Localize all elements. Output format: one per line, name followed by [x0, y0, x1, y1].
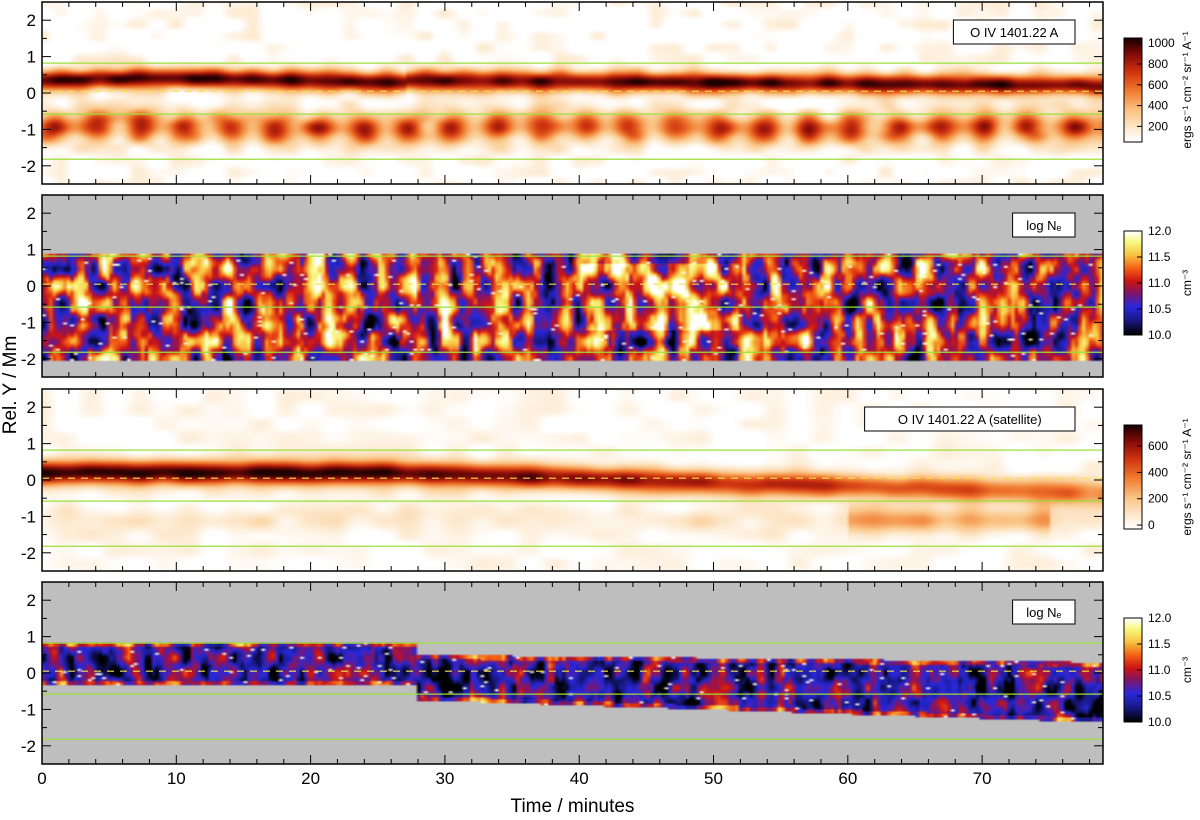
panel-intensity-2: -2 -1 0 1 2 O IV 1401.22 A (satellite) 0 200 400…: [21, 388, 1194, 572]
colorbar: 200 400 600 800 1000 ergs s⁻¹ cm⁻² sr⁻¹ A⁻¹: [1123, 31, 1194, 149]
panel-label: log Nₑ: [1026, 605, 1061, 620]
colorbar-unit-label: ergs s⁻¹ cm⁻² sr⁻¹ A⁻¹: [1180, 31, 1194, 148]
colorbar-unit-label: cm⁻³: [1180, 657, 1194, 683]
colorbar: 0 200 400 600 ergs s⁻¹ cm⁻² sr⁻¹ A⁻¹: [1123, 418, 1194, 536]
heatmap-image: [42, 582, 1103, 764]
y-tick-label: 0: [27, 84, 36, 103]
y-tick-label: 0: [27, 277, 36, 296]
colorbar-tick-label: 400: [1148, 99, 1168, 113]
y-tick-label: -2: [21, 350, 36, 369]
colorbar-tick-label: 11.0: [1148, 663, 1171, 677]
y-tick-label: 1: [27, 241, 36, 260]
y-tick-label: -1: [21, 120, 36, 139]
y-tick-label: 0: [27, 664, 36, 683]
colorbar-tick-label: 12.0: [1148, 224, 1172, 238]
colorbar-tick-label: 0: [1148, 518, 1155, 532]
y-tick-label: -1: [21, 313, 36, 332]
colorbar-tick-label: 200: [1148, 119, 1168, 133]
y-tick-label: -2: [21, 157, 36, 176]
colorbar-tick-label: 1000: [1148, 36, 1175, 50]
panel-intensity-1: -2 -1 0 1 2 O IV 1401.22 A 200 400 600 800 1000 erg…: [21, 1, 1194, 185]
panel-label: log Nₑ: [1026, 218, 1061, 233]
colorbar-tick-label: 600: [1148, 78, 1168, 92]
y-tick-label: 2: [27, 11, 36, 30]
y-tick-label: 1: [27, 435, 36, 454]
panel-label: O IV 1401.22 A (satellite): [898, 412, 1042, 427]
x-tick-label: 0: [37, 769, 46, 788]
y-tick-label: 1: [27, 48, 36, 67]
colorbar-tick-label: 600: [1148, 439, 1168, 453]
colorbar-tick-label: 10.5: [1148, 302, 1172, 316]
y-tick-label: -1: [21, 507, 36, 526]
x-tick-label: 10: [167, 769, 186, 788]
x-tick-label: 20: [301, 769, 320, 788]
x-tick-label: 40: [570, 769, 589, 788]
y-tick-label: 2: [27, 398, 36, 417]
x-tick-label: 70: [973, 769, 992, 788]
colorbar-unit-label: cm⁻³: [1180, 270, 1194, 296]
x-tick-label: 30: [435, 769, 454, 788]
colorbar-tick-label: 12.0: [1148, 611, 1172, 625]
x-axis-title: Time / minutes: [511, 796, 635, 817]
colorbar-tick-label: 11.5: [1148, 250, 1171, 264]
y-tick-label: 2: [27, 204, 36, 223]
y-tick-label: 2: [27, 591, 36, 610]
colorbar: 10.0 10.5 11.0 11.5 12.0 cm⁻³: [1123, 611, 1194, 729]
colorbar-tick-label: 11.0: [1148, 276, 1171, 290]
x-tick-label: 60: [838, 769, 857, 788]
colorbar-tick-label: 10.5: [1148, 689, 1172, 703]
colorbar-tick-label: 11.5: [1148, 637, 1171, 651]
heatmap-image: [42, 195, 1103, 377]
colorbar-tick-label: 10.0: [1148, 328, 1172, 342]
solar-iris-figure: -2-1012O IV 1401.22 A2004006008001000 erg…: [0, 1, 1194, 817]
y-tick-label: 0: [27, 471, 36, 490]
panel-label: O IV 1401.22 A: [970, 25, 1059, 40]
panel-density-1: -2 -1 0 1 2 log Nₑ 10.0 10.5 11.0 11.5 12.0 cm⁻³: [21, 194, 1194, 378]
y-tick-label: -2: [21, 737, 36, 756]
colorbar-tick-label: 200: [1148, 492, 1168, 506]
heatmap-image: [42, 2, 1103, 184]
panel-density-2: -2 -1 0 1 2 log Nₑ 10.0 10.5 11.0 11.5 12.0 cm⁻³: [21, 581, 1194, 765]
colorbar-unit-label: ergs s⁻¹ cm⁻² sr⁻¹ A⁻¹: [1180, 418, 1194, 535]
colorbar-tick-label: 10.0: [1148, 715, 1172, 729]
y-tick-label: 1: [27, 628, 36, 647]
colorbar-gradient: [1124, 425, 1142, 529]
y-tick-label: -2: [21, 544, 36, 563]
colorbar: 10.0 10.5 11.0 11.5 12.0 cm⁻³: [1123, 224, 1194, 342]
colorbar-tick-label: 400: [1148, 465, 1168, 479]
y-axis-title: Rel. Y / Mm: [0, 336, 21, 435]
y-tick-label: -1: [21, 700, 36, 719]
x-tick-label: 50: [704, 769, 723, 788]
colorbar-tick-label: 800: [1148, 57, 1168, 71]
